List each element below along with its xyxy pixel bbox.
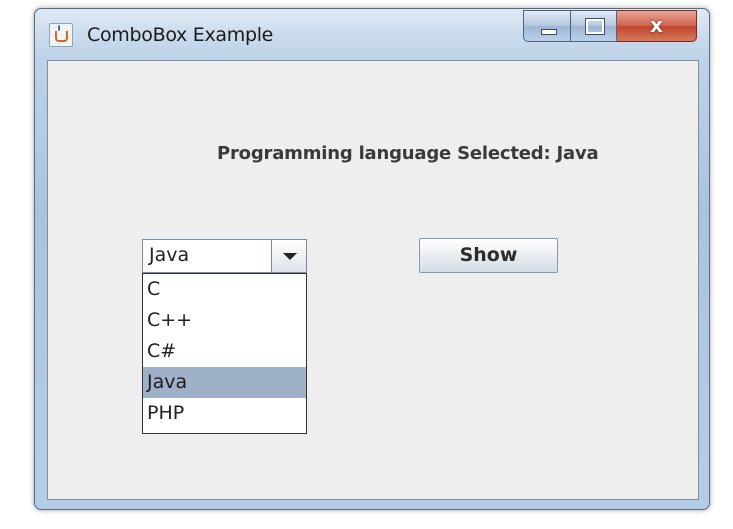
combobox-selected-value: Java <box>149 244 190 266</box>
option-php[interactable]: PHP <box>143 398 306 429</box>
combobox-dropdown-list: C C++ C# Java PHP <box>142 273 307 434</box>
chevron-down-icon <box>283 253 297 260</box>
selected-language-label: Programming language Selected: Java <box>217 143 599 164</box>
option-c[interactable]: C <box>143 274 306 305</box>
close-button[interactable]: x <box>617 10 697 42</box>
close-icon: x <box>650 13 663 37</box>
option-java[interactable]: Java <box>143 367 306 398</box>
java-cup-icon[interactable] <box>49 23 73 47</box>
option-cpp[interactable]: C++ <box>143 305 306 336</box>
content-pane: Programming language Selected: Java Java… <box>47 60 699 500</box>
minimize-button[interactable] <box>523 10 571 42</box>
show-button[interactable]: Show <box>419 238 558 273</box>
combobox-arrow-button[interactable] <box>271 240 306 272</box>
window-title: ComboBox Example <box>87 24 274 46</box>
title-bar[interactable]: ComboBox Example x <box>35 9 709 59</box>
maximize-button[interactable] <box>571 10 617 42</box>
combobox-example-window: ComboBox Example x Programming language … <box>34 8 710 510</box>
caption-buttons: x <box>523 10 697 44</box>
minimize-icon <box>541 29 557 35</box>
maximize-icon <box>585 18 605 35</box>
option-csharp[interactable]: C# <box>143 336 306 367</box>
language-combobox[interactable]: Java <box>142 239 307 273</box>
